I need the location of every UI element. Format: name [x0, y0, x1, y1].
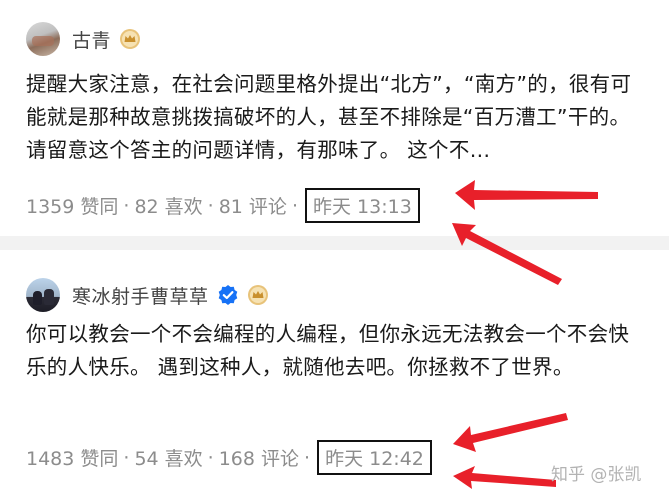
- verified-check-icon: [218, 285, 237, 305]
- crown-badge-icon: [120, 29, 141, 49]
- answer-text[interactable]: 提醒大家注意，在社会问题里格外提出“北方”，“南方”的，很有可能就是那种故意挑拨…: [26, 68, 646, 167]
- author-name[interactable]: 寒冰射手曹草草: [72, 282, 209, 309]
- crown-badge-icon: [247, 285, 268, 305]
- meta-row: 1359 赞同 · 82 喜欢 · 81 评论 · 昨天 13:13: [26, 188, 420, 223]
- comments-count[interactable]: 168 评论: [219, 444, 299, 471]
- author-row: 寒冰射手曹草草: [26, 278, 269, 312]
- separator: ·: [291, 194, 298, 217]
- separator: ·: [207, 194, 214, 217]
- timestamp: 昨天 13:13: [304, 188, 420, 223]
- card-divider: [0, 236, 669, 250]
- author-row: 古青: [26, 22, 141, 56]
- comments-count[interactable]: 81 评论: [219, 192, 287, 219]
- favorites-count: 54 喜欢: [134, 448, 203, 470]
- meta-row: 1483 赞同 · 54 喜欢 · 168 评论 · 昨天 12:42: [26, 440, 432, 475]
- answer-text[interactable]: 你可以教会一个不会编程的人编程，但你永远无法教会一个不会快乐的人快乐。 遇到这种…: [26, 318, 646, 384]
- author-name[interactable]: 古青: [72, 26, 111, 53]
- avatar[interactable]: [26, 22, 60, 56]
- watermark: 知乎 @张凯: [551, 465, 642, 485]
- avatar[interactable]: [26, 278, 60, 312]
- likes-count: 1359 赞同: [26, 196, 119, 218]
- separator: ·: [304, 446, 311, 469]
- timestamp: 昨天 12:42: [317, 440, 432, 475]
- separator: ·: [207, 446, 214, 469]
- separator: ·: [123, 446, 130, 469]
- likes-count: 1483 赞同: [26, 448, 119, 470]
- separator: ·: [123, 194, 130, 217]
- favorites-count: 82 喜欢: [134, 196, 203, 218]
- answer-card-1[interactable]: 古青 提醒大家注意，在社会问题里格外提出“北方”，“南方”的，很有可能就是那种故…: [0, 0, 669, 236]
